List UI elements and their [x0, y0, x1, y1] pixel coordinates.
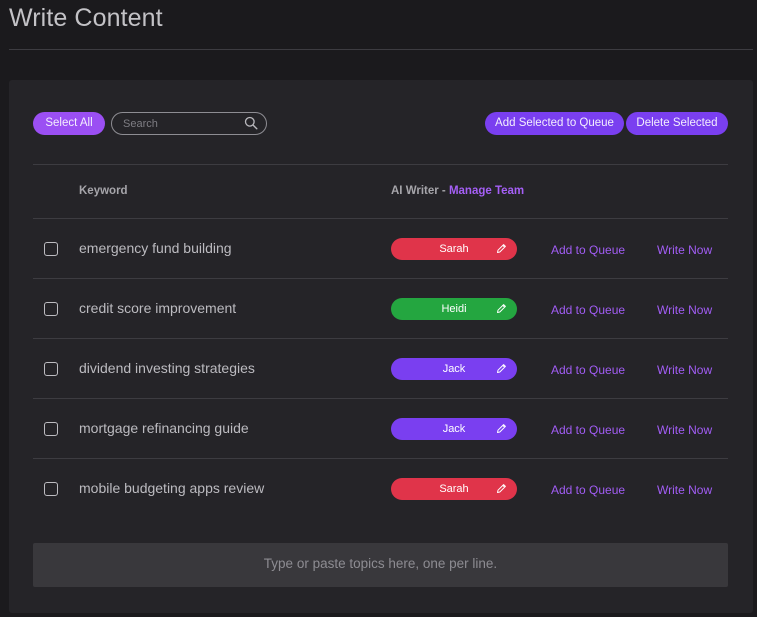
row-checkbox[interactable] — [44, 302, 58, 316]
add-to-queue-link[interactable]: Add to Queue — [551, 483, 625, 497]
search-input[interactable] — [123, 116, 243, 131]
add-to-queue-link[interactable]: Add to Queue — [551, 243, 625, 257]
writer-name: Jack — [442, 363, 466, 375]
topics-box — [33, 543, 728, 587]
write-now-link[interactable]: Write Now — [657, 483, 712, 497]
topics-textarea[interactable] — [33, 543, 728, 587]
row-checkbox[interactable] — [44, 362, 58, 376]
delete-selected-button[interactable]: Delete Selected — [626, 112, 728, 135]
table-header: Keyword AI Writer - Manage Team — [33, 164, 728, 219]
writer-pill[interactable]: Jack — [391, 418, 517, 440]
writer-name: Heidi — [441, 303, 467, 315]
row-checkbox[interactable] — [44, 422, 58, 436]
writer-pill[interactable]: Sarah — [391, 478, 517, 500]
write-now-link[interactable]: Write Now — [657, 363, 712, 377]
write-now-link[interactable]: Write Now — [657, 423, 712, 437]
writer-pill[interactable]: Jack — [391, 358, 517, 380]
search-icon[interactable] — [244, 116, 258, 130]
header-separator: - — [438, 185, 449, 197]
row-keyword: mobile budgeting apps review — [79, 480, 265, 496]
add-to-queue-link[interactable]: Add to Queue — [551, 363, 625, 377]
writer-name: Sarah — [439, 243, 469, 255]
row-keyword: dividend investing strategies — [79, 360, 255, 376]
writer-pill[interactable]: Sarah — [391, 238, 517, 260]
table-row: dividend investing strategies Jack Add t… — [33, 339, 728, 399]
table-row: mortgage refinancing guide Jack Add to Q… — [33, 399, 728, 459]
pencil-icon[interactable] — [496, 423, 507, 434]
ai-writer-column-header: AI Writer - Manage Team — [391, 185, 524, 197]
content-panel: Select All Add Selected to Queue Delete … — [9, 80, 753, 613]
ai-writer-header-label: AI Writer — [391, 185, 439, 197]
writer-pill[interactable]: Heidi — [391, 298, 517, 320]
pencil-icon[interactable] — [496, 303, 507, 314]
pencil-icon[interactable] — [496, 363, 507, 374]
keyword-column-header: Keyword — [79, 185, 128, 197]
add-to-queue-link[interactable]: Add to Queue — [551, 303, 625, 317]
select-all-button[interactable]: Select All — [33, 112, 105, 135]
row-keyword: emergency fund building — [79, 240, 232, 256]
title-divider — [9, 49, 753, 50]
row-checkbox[interactable] — [44, 242, 58, 256]
add-to-queue-link[interactable]: Add to Queue — [551, 423, 625, 437]
toolbar: Select All Add Selected to Queue Delete … — [9, 112, 753, 135]
table-row: credit score improvement Heidi Add to Qu… — [33, 279, 728, 339]
write-now-link[interactable]: Write Now — [657, 303, 712, 317]
write-now-link[interactable]: Write Now — [657, 243, 712, 257]
pencil-icon[interactable] — [496, 243, 507, 254]
add-selected-to-queue-button[interactable]: Add Selected to Queue — [485, 112, 624, 135]
row-checkbox[interactable] — [44, 482, 58, 496]
writer-name: Sarah — [439, 483, 469, 495]
table-row: mobile budgeting apps review Sarah Add t… — [33, 459, 728, 519]
search-box — [111, 112, 267, 135]
pencil-icon[interactable] — [496, 483, 507, 494]
row-keyword: credit score improvement — [79, 300, 237, 316]
page-title: Write Content — [9, 4, 163, 32]
row-keyword: mortgage refinancing guide — [79, 420, 249, 436]
manage-team-link[interactable]: Manage Team — [449, 185, 524, 197]
writer-name: Jack — [442, 423, 466, 435]
table-row: emergency fund building Sarah Add to Que… — [33, 219, 728, 279]
